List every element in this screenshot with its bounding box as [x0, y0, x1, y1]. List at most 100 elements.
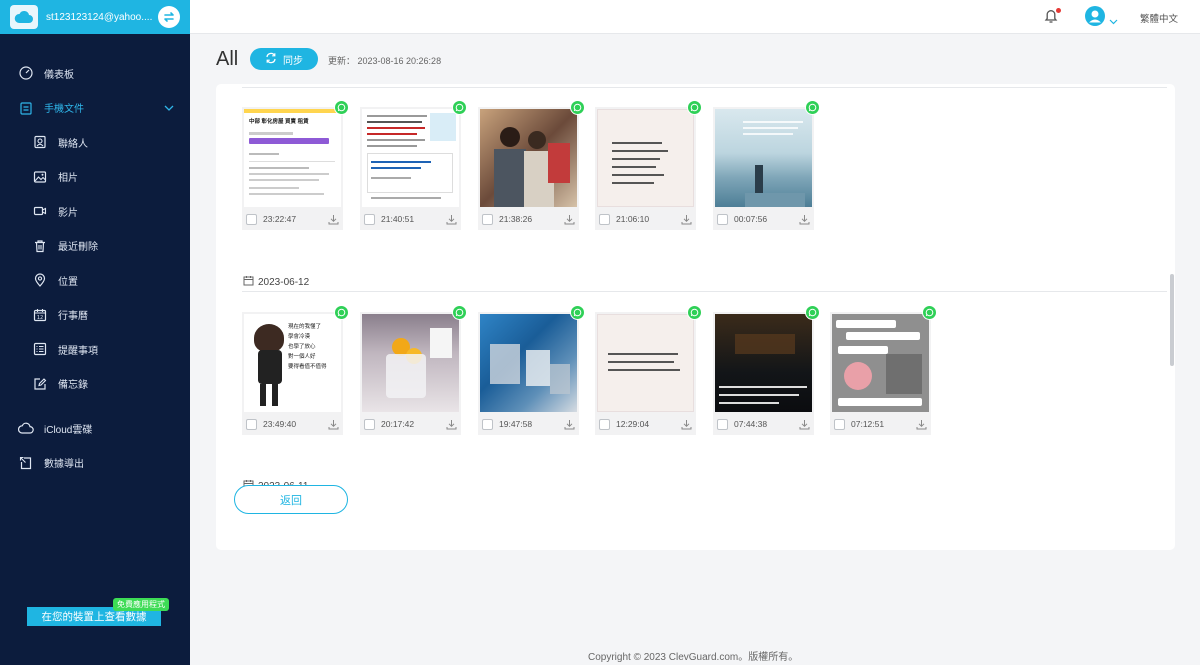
dashboard-icon: [18, 65, 34, 81]
divider: [242, 291, 1167, 292]
download-icon[interactable]: [798, 418, 810, 430]
select-checkbox[interactable]: [599, 213, 610, 225]
download-icon[interactable]: [798, 213, 810, 225]
media-card[interactable]: 12:29:04: [595, 305, 702, 435]
media-card[interactable]: 07:12:51: [830, 305, 937, 435]
copyright: Copyright © 2023 ClevGuard.com。版權所有。: [588, 652, 799, 663]
download-icon[interactable]: [327, 213, 339, 225]
sync-button[interactable]: 同步: [250, 48, 318, 70]
scrollbar[interactable]: [1170, 274, 1174, 366]
divider: [242, 87, 1167, 88]
card-footer: 12:29:04: [595, 413, 696, 435]
chevron-down-icon[interactable]: [164, 103, 174, 114]
thumbnail[interactable]: [362, 109, 459, 207]
media-card[interactable]: 中部 彰化房屋 買賣 租賃 23:22:47: [242, 100, 349, 230]
sidebar-item-location[interactable]: 位置: [0, 263, 190, 298]
media-card[interactable]: 19:47:58: [478, 305, 585, 435]
thumbnail-text: 學會冷漠: [288, 334, 311, 340]
sidebar-item-photos[interactable]: 相片: [0, 160, 190, 195]
select-checkbox[interactable]: [717, 213, 728, 225]
notes-icon: [32, 376, 48, 392]
thumbnail[interactable]: [480, 109, 577, 207]
sidebar-item-label: 相片: [58, 173, 78, 185]
select-checkbox[interactable]: [246, 418, 257, 430]
sidebar-item-reminders[interactable]: 提醒事項: [0, 332, 190, 367]
notification-dot: [1056, 8, 1061, 13]
media-card[interactable]: 00:07:56: [713, 100, 820, 230]
media-card[interactable]: 21:38:26: [478, 100, 585, 230]
sidebar-item-contacts[interactable]: 聯絡人: [0, 125, 190, 160]
download-icon[interactable]: [680, 418, 692, 430]
thumbnail[interactable]: [832, 314, 929, 412]
card-footer: 21:06:10: [595, 208, 696, 230]
avatar[interactable]: [1085, 6, 1105, 26]
thumbnail[interactable]: 現在的我懂了 學會冷漠 也學了放心 對一個人好 要得看值不值得: [244, 314, 341, 412]
sidebar-item-label: iCloud雲碟: [44, 424, 93, 436]
select-checkbox[interactable]: [364, 213, 375, 225]
back-button[interactable]: 返回: [234, 485, 348, 514]
thumbnail[interactable]: 中部 彰化房屋 買賣 租賃: [244, 109, 341, 207]
language-selector[interactable]: 繁體中文: [1140, 11, 1178, 25]
download-icon[interactable]: [327, 418, 339, 430]
thumbnail[interactable]: [715, 109, 812, 207]
thumbnail[interactable]: [362, 314, 459, 412]
sync-icon: [265, 52, 277, 67]
select-checkbox[interactable]: [599, 418, 610, 430]
select-checkbox[interactable]: [482, 213, 493, 225]
thumbnail[interactable]: [480, 314, 577, 412]
sidebar-item-data-export[interactable]: 數據導出: [0, 446, 190, 481]
location-icon: [32, 272, 48, 288]
whatsapp-icon: [334, 100, 349, 115]
card-footer: 00:07:56: [713, 208, 814, 230]
select-checkbox[interactable]: [717, 418, 728, 430]
account-bar[interactable]: st123123124@yahoo....: [0, 0, 190, 34]
sidebar-nav: 儀表板 手機文件 聯絡人 相片 影片 最近刪除 位置 12 行事曆 提醒事項 備…: [0, 56, 190, 480]
download-icon[interactable]: [445, 213, 457, 225]
calendar-icon: 12: [32, 307, 48, 323]
media-card[interactable]: 20:17:42: [360, 305, 467, 435]
timestamp: 07:44:38: [734, 419, 768, 429]
whatsapp-icon: [805, 100, 820, 115]
switch-account-icon[interactable]: [158, 6, 180, 28]
thumbnail-text: 現在的我懂了: [288, 324, 322, 330]
media-card[interactable]: 21:40:51: [360, 100, 467, 230]
media-card[interactable]: 21:06:10: [595, 100, 702, 230]
thumbnail[interactable]: [597, 109, 694, 207]
sidebar-item-label: 儀表板: [44, 69, 74, 81]
card-footer: 20:17:42: [360, 413, 461, 435]
sidebar-item-dashboard[interactable]: 儀表板: [0, 56, 190, 91]
chevron-down-icon[interactable]: [1109, 12, 1118, 30]
media-card[interactable]: 現在的我懂了 學會冷漠 也學了放心 對一個人好 要得看值不值得 23:49:40: [242, 305, 349, 435]
media-card[interactable]: 07:44:38: [713, 305, 820, 435]
download-icon[interactable]: [445, 418, 457, 430]
thumbnail[interactable]: [715, 314, 812, 412]
card-footer: 07:12:51: [830, 413, 931, 435]
sidebar-item-calendar[interactable]: 12 行事曆: [0, 298, 190, 333]
sidebar-item-videos[interactable]: 影片: [0, 194, 190, 229]
timestamp: 00:07:56: [734, 214, 768, 224]
last-updated: 更新： 2023-08-16 20:26:28: [328, 56, 442, 66]
sidebar-item-notes[interactable]: 備忘錄: [0, 367, 190, 402]
whatsapp-icon: [452, 100, 467, 115]
download-icon[interactable]: [563, 418, 575, 430]
select-checkbox[interactable]: [482, 418, 493, 430]
select-checkbox[interactable]: [834, 418, 845, 430]
select-checkbox[interactable]: [364, 418, 375, 430]
thumbnail[interactable]: [597, 314, 694, 412]
sidebar-item-icloud-drive[interactable]: iCloud雲碟: [0, 411, 190, 446]
select-checkbox[interactable]: [246, 213, 257, 225]
top-bar: 繁體中文: [190, 0, 1200, 34]
download-icon[interactable]: [915, 418, 927, 430]
sidebar-item-phone-files[interactable]: 手機文件: [0, 91, 190, 126]
thumbnail-text: 對一個人好: [288, 354, 316, 360]
photo-icon: [32, 169, 48, 185]
download-icon[interactable]: [563, 213, 575, 225]
sidebar-item-label: 手機文件: [44, 104, 84, 116]
calendar-icon: [243, 275, 254, 289]
sidebar-item-label: 行事曆: [58, 311, 88, 323]
card-footer: 23:22:47: [242, 208, 343, 230]
download-icon[interactable]: [680, 213, 692, 225]
sidebar-item-recently-deleted[interactable]: 最近刪除: [0, 229, 190, 264]
sidebar-item-label: 聯絡人: [58, 138, 88, 150]
contacts-icon: [32, 134, 48, 150]
